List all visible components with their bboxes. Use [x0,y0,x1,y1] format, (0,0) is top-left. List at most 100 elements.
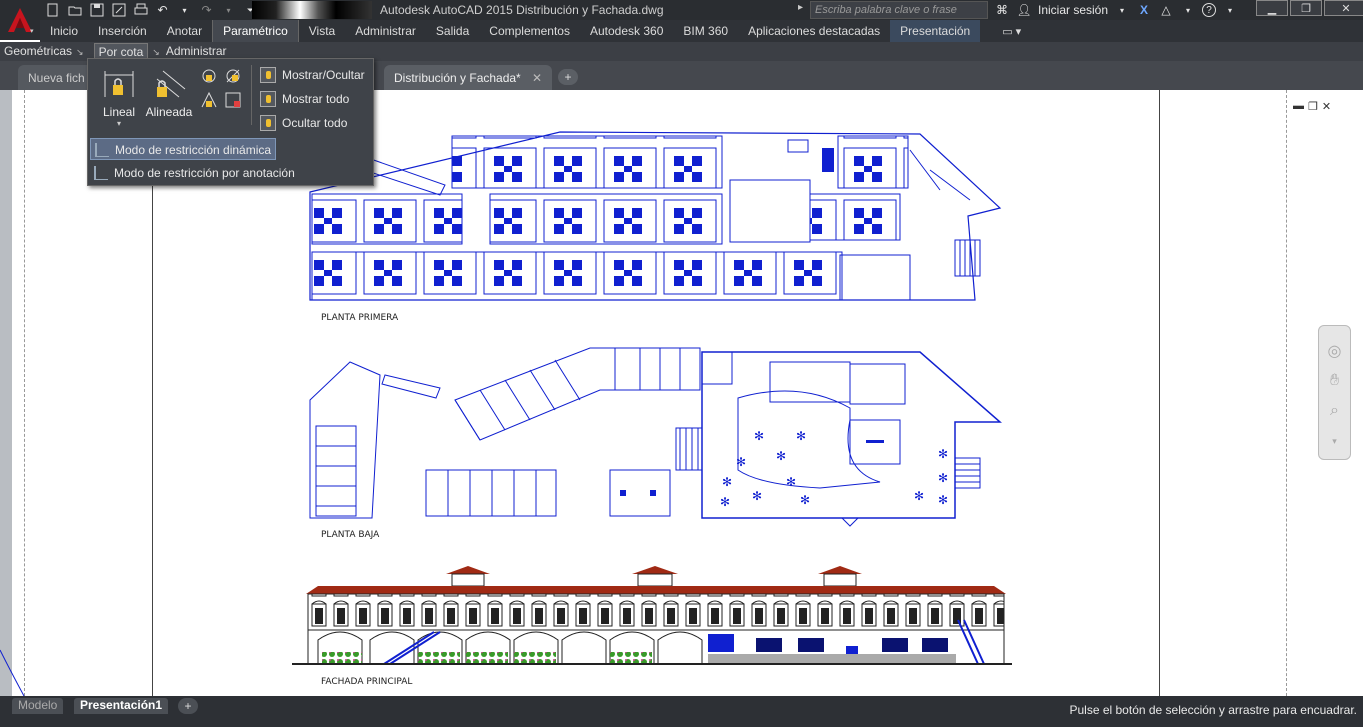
undo-dropdown-icon[interactable]: ▾ [176,2,193,18]
open-folder-icon[interactable] [66,2,83,18]
navbar-dropdown-icon[interactable]: ▾ [1324,430,1346,452]
convert-constraint-icon[interactable] [224,91,242,109]
annotational-constraint-icon [94,166,108,180]
viewport-close-icon[interactable]: ✕ [1322,100,1331,113]
a360-dropdown-icon[interactable]: ▾ [1180,2,1196,18]
save-as-icon[interactable] [110,2,127,18]
label-fachada-principal: FACHADA PRINCIPAL [321,677,412,687]
tab-salida[interactable]: Salida [426,20,479,42]
binoculars-icon[interactable]: ⌘ [994,2,1010,18]
ribbon-tab-bar: Inicio Inserción Anotar Paramétrico Vist… [40,20,1363,42]
lineal-dropdown-icon[interactable]: ▾ [94,119,144,128]
add-layout-button[interactable]: + [178,698,198,714]
modo-restriccion-anotacion-item[interactable]: Modo de restricción por anotación [90,162,295,184]
print-icon[interactable] [132,2,149,18]
hide-all-icon [260,115,276,131]
panel-geometricas[interactable]: Geométricas ↘ [0,43,88,60]
linear-dimension-icon [104,71,134,97]
quick-access-toolbar: ↶ ▾ ↷ ▾ ⏷ [44,1,259,19]
signin-label[interactable]: Iniciar sesión [1038,3,1108,17]
panel-expand-icon: ↘ [152,47,160,57]
new-file-icon[interactable] [44,2,61,18]
diameter-constraint-icon[interactable] [224,67,242,85]
search-expand-icon[interactable]: ▸ [798,2,808,18]
pan-hand-icon[interactable]: ✋︎ [1324,370,1346,392]
viewport-restore-icon[interactable]: ❐ [1308,100,1318,113]
radial-constraint-icon[interactable] [200,67,218,85]
show-all-icon [260,91,276,107]
exchange-apps-icon[interactable]: X [1136,2,1152,18]
label-planta-baja: PLANTA BAJA [321,530,380,540]
alineada-constraint-button[interactable]: Alineada [144,67,194,127]
tab-vista[interactable]: Vista [299,20,345,42]
planta-primera-plan [309,131,1002,301]
redo-icon[interactable]: ↷ [198,2,215,18]
close-button[interactable]: ✕ [1324,0,1363,16]
title-right-tools: ⌘ 👤︎ Iniciar sesión ▾ X △ ▾ ? ▾ [994,1,1238,19]
status-bar: Modelo Presentación1 + Pulse el botón de… [0,696,1363,727]
tab-administrar[interactable]: Administrar [345,20,426,42]
modo-anotacion-label: Modo de restricción por anotación [114,166,295,180]
minimize-button[interactable]: ▁ [1256,0,1288,16]
redo-dropdown-icon[interactable]: ▾ [220,2,237,18]
svg-text:✻: ✻ [938,447,948,461]
svg-text:✻: ✻ [754,429,764,443]
svg-text:✻: ✻ [786,475,796,489]
tab-current-drawing[interactable]: Distribución y Fachada* ✕ [384,65,552,90]
panel-expand-icon: ↘ [76,47,84,57]
dynamic-constraint-icon [95,143,109,157]
mostrar-todo-button[interactable]: Mostrar todo [258,89,349,109]
save-icon[interactable] [88,2,105,18]
help-icon[interactable]: ? [1202,3,1217,17]
tab-bim-360[interactable]: BIM 360 [673,20,738,42]
a360-icon[interactable]: △ [1158,2,1174,18]
steeringwheel-icon[interactable]: ◎ [1324,340,1346,362]
user-icon[interactable]: 👤︎ [1016,2,1032,18]
ribbon-minimize-icon[interactable]: ▭ ▾ [1002,25,1021,38]
lineal-label: Lineal [102,105,136,119]
angular-constraint-icon[interactable] [200,91,218,109]
svg-text:✻: ✻ [736,455,746,469]
tab-anotar[interactable]: Anotar [157,20,212,42]
viewport-minimize-icon[interactable]: ▬ [1293,100,1304,113]
ocultar-todo-button[interactable]: Ocultar todo [258,113,347,133]
svg-text:✻: ✻ [776,449,786,463]
tab-insercion[interactable]: Inserción [88,20,157,42]
window-title: Autodesk AutoCAD 2015 Distribución y Fac… [380,3,664,17]
current-drawing-label: Distribución y Fachada* [394,71,521,85]
fachada-principal-elevation [292,566,1012,665]
search-input[interactable]: Escriba palabra clave o frase [810,1,988,19]
undo-icon[interactable]: ↶ [154,2,171,18]
svg-text:✻: ✻ [914,489,924,503]
tab-complementos[interactable]: Complementos [479,20,580,42]
close-tab-icon[interactable]: ✕ [532,71,542,85]
restore-button[interactable]: ❐ [1290,0,1322,16]
svg-text:▾: ▾ [30,27,34,34]
tab-aplicaciones-destacadas[interactable]: Aplicaciones destacadas [738,20,890,42]
modo-restriccion-dinamica-item[interactable]: Modo de restricción dinámica [90,138,276,160]
panel-geometricas-label: Geométricas [4,44,73,58]
tab-inicio[interactable]: Inicio [40,20,88,42]
tab-parametrico[interactable]: Paramétrico [212,20,299,42]
svg-text:✻: ✻ [938,493,948,507]
tab-new-drawing[interactable]: Nueva fich [18,65,98,90]
tab-autodesk-360[interactable]: Autodesk 360 [580,20,673,42]
application-menu-button[interactable]: ▾ [0,0,40,40]
tab-presentacion1[interactable]: Presentación1 [74,698,169,714]
mostrar-ocultar-button[interactable]: Mostrar/Ocultar [258,65,365,85]
autocad-logo-icon: ▾ [8,8,34,34]
status-message: Pulse el botón de selección y arrastre p… [1069,703,1357,717]
modo-dinamico-label: Modo de restricción dinámica [115,143,272,157]
help-dropdown-icon[interactable]: ▾ [1222,2,1238,18]
svg-text:✻: ✻ [722,475,732,489]
mostrar-todo-label: Mostrar todo [282,92,350,106]
signin-dropdown-icon[interactable]: ▾ [1114,2,1130,18]
tab-presentacion[interactable]: Presentación [890,20,981,42]
new-tab-button[interactable]: + [558,69,578,85]
mostrar-ocultar-label: Mostrar/Ocultar [282,68,365,82]
dropdown-separator [251,65,252,125]
tab-modelo[interactable]: Modelo [12,698,64,714]
svg-text:✻: ✻ [752,489,762,503]
zoom-icon[interactable]: ⌕ [1324,400,1346,422]
lineal-constraint-button[interactable]: Lineal ▾ [94,67,144,128]
